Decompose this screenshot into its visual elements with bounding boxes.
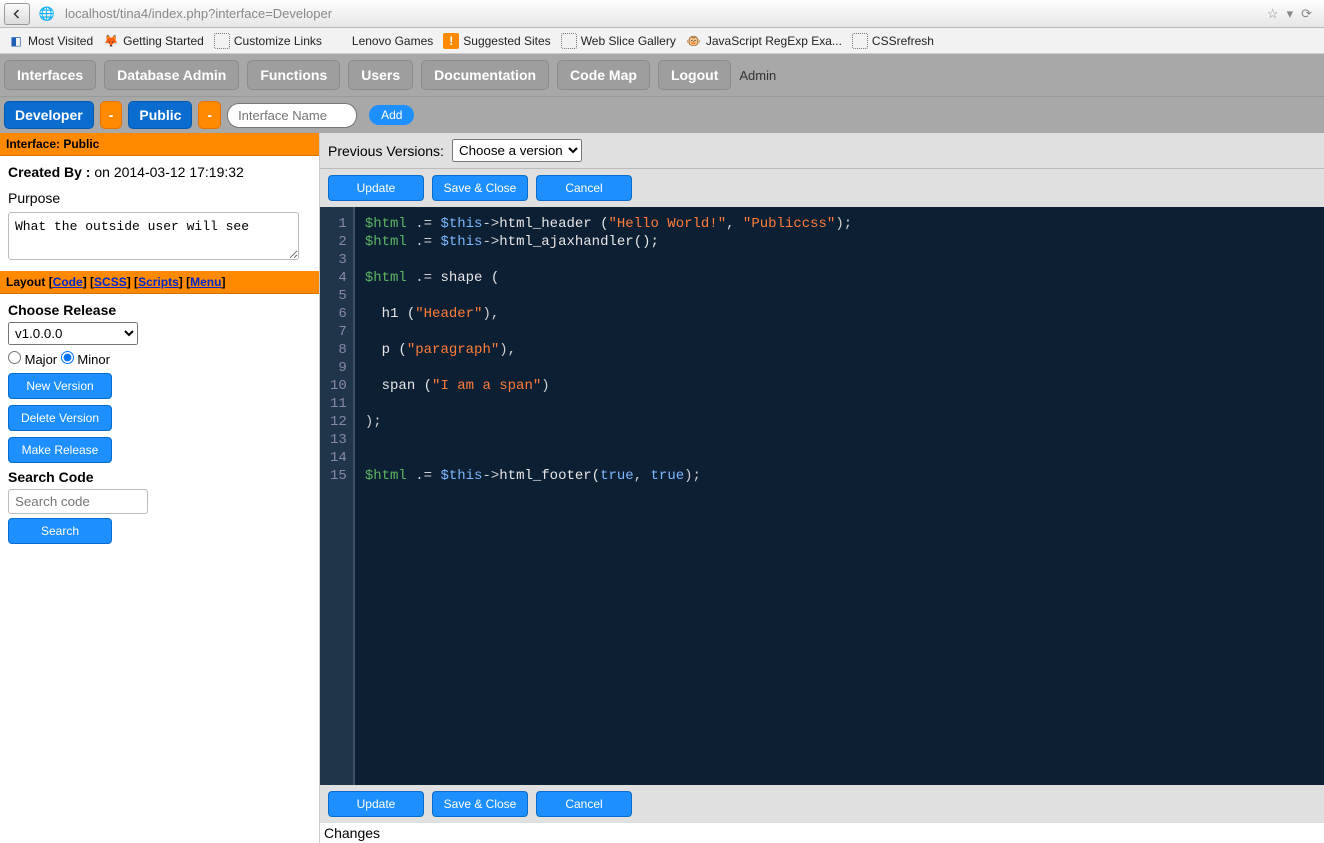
- update-button-bottom[interactable]: Update: [328, 791, 424, 817]
- bookmark-item-4[interactable]: ! Suggested Sites: [443, 33, 550, 49]
- minor-text: Minor: [77, 352, 110, 367]
- browser-address-bar: 🌐 ☆ ▾ ⟳: [0, 0, 1324, 28]
- save-close-button-top[interactable]: Save & Close: [432, 175, 528, 201]
- bookmark-item-1[interactable]: 🦊 Getting Started: [103, 33, 204, 49]
- search-button[interactable]: Search: [8, 518, 112, 544]
- sidebar: Interface: Public Created By : on 2014-0…: [0, 133, 320, 843]
- bookmark-star-icon[interactable]: ☆: [1267, 6, 1279, 22]
- created-by-value: on 2014-03-12 17:19:32: [94, 164, 243, 180]
- minor-radio[interactable]: [61, 351, 74, 364]
- purpose-textarea[interactable]: [8, 212, 299, 260]
- code-editor[interactable]: 123456789101112131415 $html .= $this->ht…: [320, 207, 1324, 785]
- bookmark-item-5[interactable]: Web Slice Gallery: [561, 33, 676, 49]
- nav-documentation[interactable]: Documentation: [421, 60, 549, 90]
- reload-icon[interactable]: ⟳: [1301, 6, 1312, 22]
- browser-right-icons: ☆ ▾ ⟳: [1267, 6, 1320, 22]
- editor-area: Previous Versions: Choose a version Upda…: [320, 133, 1324, 843]
- bookmark-icon: 🦊: [103, 33, 119, 49]
- bookmark-label: Web Slice Gallery: [581, 34, 676, 48]
- bookmark-icon: [561, 33, 577, 49]
- admin-label: Admin: [739, 68, 776, 83]
- changes-label: Changes: [320, 823, 1324, 843]
- bookmark-label: Customize Links: [234, 34, 322, 48]
- bookmark-item-6[interactable]: 🐵 JavaScript RegExp Exa...: [686, 33, 842, 49]
- major-text: Major: [25, 352, 58, 367]
- bookmark-bar: ◧ Most Visited 🦊 Getting Started Customize L…: [0, 28, 1324, 54]
- bookmark-item-2[interactable]: Customize Links: [214, 33, 322, 49]
- purpose-label: Purpose: [8, 190, 311, 206]
- make-release-button[interactable]: Make Release: [8, 437, 112, 463]
- version-select[interactable]: v1.0.0.0: [8, 322, 138, 345]
- created-by-label: Created By :: [8, 164, 90, 180]
- previous-versions-label: Previous Versions:: [328, 143, 444, 159]
- nav-users[interactable]: Users: [348, 60, 413, 90]
- layout-link-code[interactable]: Code: [53, 275, 83, 289]
- choose-release-label: Choose Release: [8, 302, 311, 318]
- bookmark-item-7[interactable]: CSSrefresh: [852, 33, 934, 49]
- save-close-button-bottom[interactable]: Save & Close: [432, 791, 528, 817]
- update-button-top[interactable]: Update: [328, 175, 424, 201]
- previous-versions-bar: Previous Versions: Choose a version: [320, 133, 1324, 169]
- bookmark-icon: [332, 33, 348, 49]
- bookmark-icon: [214, 33, 230, 49]
- editor-actions-top: Update Save & Close Cancel: [320, 169, 1324, 207]
- search-code-label: Search Code: [8, 469, 311, 485]
- created-by-line: Created By : on 2014-03-12 17:19:32: [8, 164, 311, 180]
- bookmark-icon: !: [443, 33, 459, 49]
- url-input[interactable]: [62, 3, 1263, 24]
- public-tab[interactable]: Public: [128, 101, 192, 129]
- interface-name-input[interactable]: [227, 103, 357, 128]
- editor-actions-bottom: Update Save & Close Cancel: [320, 785, 1324, 823]
- code-lines[interactable]: $html .= $this->html_header ("Hello Worl…: [355, 207, 862, 785]
- bookmark-label: CSSrefresh: [872, 34, 934, 48]
- developer-remove-button[interactable]: -: [100, 101, 123, 129]
- search-code-input[interactable]: [8, 489, 148, 514]
- main-content: Interface: Public Created By : on 2014-0…: [0, 133, 1324, 843]
- bookmark-icon: ◧: [8, 33, 24, 49]
- nav-code-map[interactable]: Code Map: [557, 60, 650, 90]
- nav-database-admin[interactable]: Database Admin: [104, 60, 239, 90]
- bookmark-label: Lenovo Games: [352, 34, 433, 48]
- developer-tab[interactable]: Developer: [4, 101, 94, 129]
- previous-versions-select[interactable]: Choose a version: [452, 139, 582, 162]
- major-radio[interactable]: [8, 351, 21, 364]
- nav-interfaces[interactable]: Interfaces: [4, 60, 96, 90]
- interface-header: Interface: Public: [0, 133, 319, 156]
- layout-link-menu[interactable]: Menu: [190, 275, 221, 289]
- nav-functions[interactable]: Functions: [247, 60, 340, 90]
- bookmark-icon: 🐵: [686, 33, 702, 49]
- line-gutter: 123456789101112131415: [320, 207, 355, 785]
- bookmark-label: Most Visited: [28, 34, 93, 48]
- globe-icon: 🌐: [38, 5, 56, 23]
- delete-version-button[interactable]: Delete Version: [8, 405, 112, 431]
- layout-link-scripts[interactable]: Scripts: [138, 275, 179, 289]
- bookmark-label: Suggested Sites: [463, 34, 550, 48]
- layout-header: Layout [Code] [SCSS] [Scripts] [Menu]: [0, 271, 319, 294]
- bookmark-item-0[interactable]: ◧ Most Visited: [8, 33, 93, 49]
- bookmark-icon: [852, 33, 868, 49]
- cancel-button-top[interactable]: Cancel: [536, 175, 632, 201]
- major-radio-label[interactable]: Major: [8, 352, 57, 367]
- layout-link-scss[interactable]: SCSS: [94, 275, 127, 289]
- minor-radio-label[interactable]: Minor: [61, 352, 110, 367]
- public-remove-button[interactable]: -: [198, 101, 221, 129]
- nav-logout[interactable]: Logout: [658, 60, 731, 90]
- add-interface-button[interactable]: Add: [369, 105, 414, 125]
- bookmark-item-3[interactable]: Lenovo Games: [332, 33, 433, 49]
- new-version-button[interactable]: New Version: [8, 373, 112, 399]
- history-dropdown-icon[interactable]: ▾: [1287, 6, 1294, 22]
- top-nav: Interfaces Database Admin Functions Users Do…: [0, 54, 1324, 97]
- bookmark-label: JavaScript RegExp Exa...: [706, 34, 842, 48]
- back-button[interactable]: [4, 3, 30, 25]
- cancel-button-bottom[interactable]: Cancel: [536, 791, 632, 817]
- interface-nav: Developer - Public - Add: [0, 97, 1324, 133]
- layout-label: Layout: [6, 275, 45, 289]
- bookmark-label: Getting Started: [123, 34, 204, 48]
